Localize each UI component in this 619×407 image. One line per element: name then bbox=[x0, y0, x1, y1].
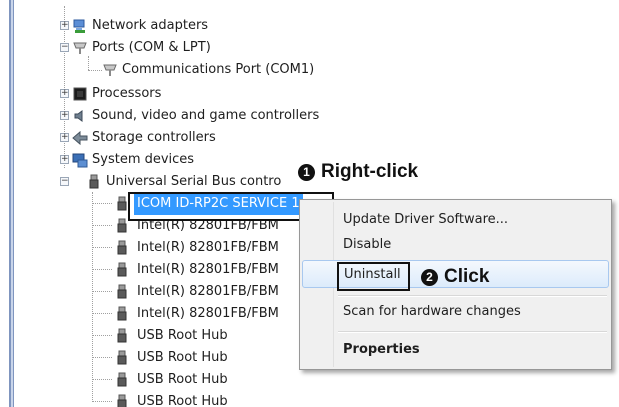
usb-icon bbox=[117, 372, 127, 387]
usb-icon bbox=[117, 306, 127, 321]
tree-item-label: USB Root Hub bbox=[137, 350, 228, 365]
speaker-icon bbox=[74, 110, 83, 122]
step-2-badge: 2 bbox=[421, 268, 438, 286]
tree-item-storage[interactable]: + Storage controllers bbox=[0, 127, 400, 149]
tree-item-usb-controllers[interactable]: − Universal Serial Bus contro bbox=[0, 171, 300, 193]
menu-item-scan-hardware[interactable]: Scan for hardware changes bbox=[302, 298, 609, 326]
tree-item-label: Intel(R) 82801FB/FBM bbox=[137, 306, 279, 321]
tree-item-label: USB Root Hub bbox=[137, 328, 228, 343]
menu-item-update-driver[interactable]: Update Driver Software... bbox=[302, 206, 609, 234]
tree-item-label: Communications Port (COM1) bbox=[122, 62, 315, 77]
usb-icon bbox=[117, 394, 127, 407]
storage-controller-icon bbox=[72, 130, 88, 146]
usb-icon bbox=[117, 240, 127, 255]
step-1-text: Right-click bbox=[321, 161, 419, 182]
usb-icon bbox=[117, 350, 127, 365]
step-2-text: Click bbox=[444, 266, 490, 287]
tree-item-ports[interactable]: − Ports (COM & LPT) bbox=[0, 37, 400, 59]
step-2-callout: 2 Click bbox=[421, 266, 489, 288]
click-highlight bbox=[337, 262, 410, 291]
collapse-icon[interactable]: − bbox=[60, 177, 69, 186]
usb-icon bbox=[89, 174, 99, 189]
expand-icon[interactable]: + bbox=[60, 133, 69, 142]
collapse-icon[interactable]: − bbox=[60, 43, 69, 52]
port-icon bbox=[103, 64, 117, 76]
expand-icon[interactable]: + bbox=[60, 155, 69, 164]
usb-icon bbox=[117, 328, 127, 343]
tree-item-sound[interactable]: + Sound, video and game controllers bbox=[0, 105, 400, 127]
processor-icon bbox=[73, 87, 87, 101]
tree-item-label: Intel(R) 82801FB/FBM bbox=[137, 240, 279, 255]
step-1-callout: 1 Right-click bbox=[298, 161, 418, 183]
step-1-badge: 1 bbox=[298, 163, 315, 181]
network-adapter-icon bbox=[73, 19, 85, 33]
tree-item-label: Ports (COM & LPT) bbox=[92, 40, 211, 55]
tree-item-usb-controller[interactable]: Intel(R) 82801FB/FBM bbox=[0, 237, 290, 259]
usb-icon bbox=[117, 284, 127, 299]
tree-item-usb-root-hub[interactable]: USB Root Hub bbox=[0, 347, 290, 369]
tree-item-label: Processors bbox=[92, 86, 162, 101]
tree-item-label: Sound, video and game controllers bbox=[92, 108, 320, 123]
menu-item-properties[interactable]: Properties bbox=[302, 336, 609, 364]
tree-item-usb-controller[interactable]: Intel(R) 82801FB/FBM bbox=[0, 303, 290, 325]
usb-icon bbox=[117, 262, 127, 277]
expand-icon[interactable]: + bbox=[60, 21, 69, 30]
tree-item-label: Network adapters bbox=[92, 18, 209, 33]
tree-item-usb-controller[interactable]: Intel(R) 82801FB/FBM bbox=[0, 259, 290, 281]
tree-item-network-adapters[interactable]: + Network adapters bbox=[0, 15, 400, 37]
tree-item-label: Universal Serial Bus contro bbox=[106, 174, 282, 189]
tree-item-usb-root-hub[interactable]: USB Root Hub bbox=[0, 391, 290, 407]
tree-item-label: System devices bbox=[92, 152, 195, 167]
tree-item-label: USB Root Hub bbox=[137, 372, 228, 387]
menu-item-disable[interactable]: Disable bbox=[302, 231, 609, 259]
tree-item-label: Intel(R) 82801FB/FBM bbox=[137, 284, 279, 299]
port-icon bbox=[73, 42, 87, 54]
tree-item-label: Intel(R) 82801FB/FBM bbox=[137, 262, 279, 277]
tree-item-usb-root-hub[interactable]: USB Root Hub bbox=[0, 369, 290, 391]
tree-item-usb-root-hub[interactable]: USB Root Hub bbox=[0, 325, 290, 347]
tree-item-label: Storage controllers bbox=[92, 130, 216, 145]
expand-icon[interactable]: + bbox=[60, 89, 69, 98]
tree-item-label: USB Root Hub bbox=[137, 394, 228, 407]
tree-item-processors[interactable]: + Processors bbox=[0, 83, 400, 105]
expand-icon[interactable]: + bbox=[60, 111, 69, 120]
system-device-icon bbox=[72, 153, 88, 168]
tree-item-usb-controller[interactable]: Intel(R) 82801FB/FBM bbox=[0, 281, 290, 303]
tree-item-communications-port[interactable]: Communications Port (COM1) bbox=[0, 59, 400, 81]
